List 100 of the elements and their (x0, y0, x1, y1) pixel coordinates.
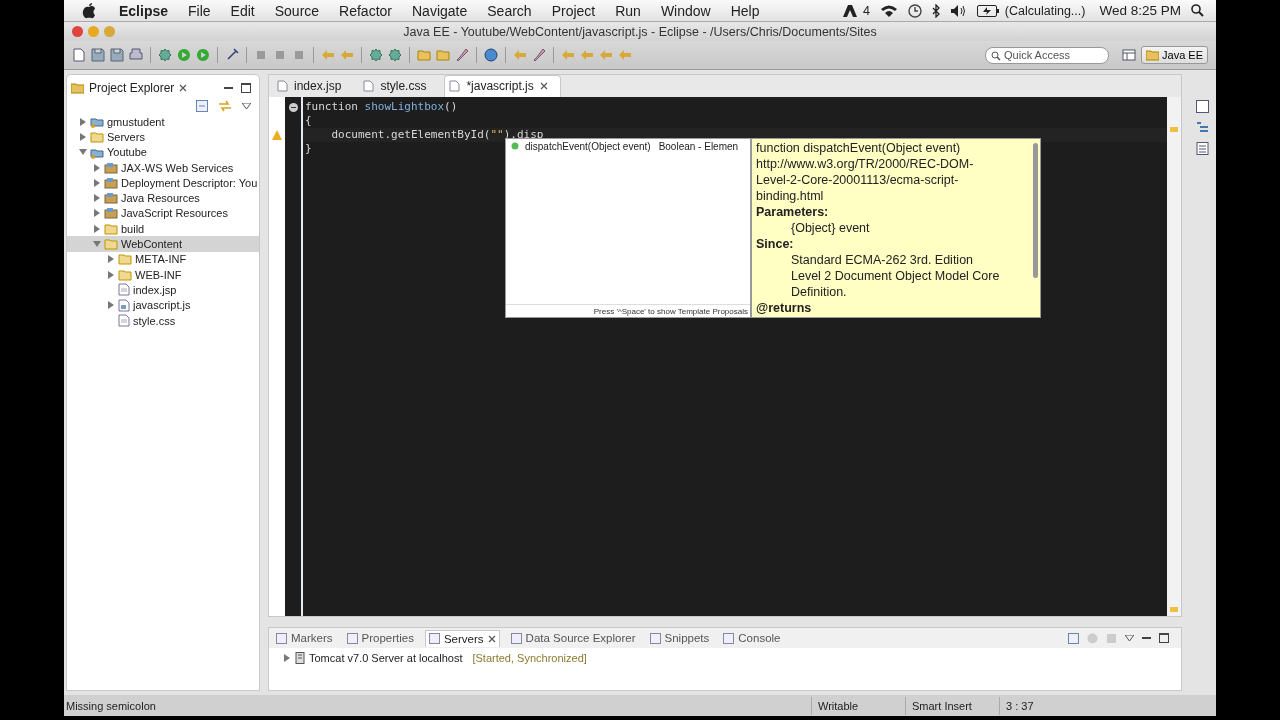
expander-icon[interactable] (93, 240, 101, 248)
fold-icon[interactable] (288, 102, 298, 112)
gear-icon[interactable] (158, 48, 172, 62)
tree-item[interactable]: WebContent (67, 236, 259, 252)
tree-item[interactable]: gmustudent (67, 114, 259, 130)
warning-marker[interactable] (1170, 127, 1178, 132)
expander-icon[interactable] (107, 255, 115, 264)
caret-icon[interactable] (1125, 635, 1134, 641)
doc-line: Level-2-Core-20001113/ecma-script- (756, 172, 960, 188)
completion-item[interactable]: dispatchEvent(Object event) Boolean - Elemen (506, 139, 750, 153)
minimize-icon[interactable] (1142, 636, 1151, 640)
tree-item[interactable]: META-INF (67, 251, 259, 267)
server-row[interactable]: Tomcat v7.0 Server at localhost [Started, Synchronized] (269, 648, 1181, 668)
caret-icon[interactable] (242, 103, 251, 109)
gear-icon[interactable] (369, 48, 383, 62)
search-icon[interactable] (1191, 4, 1204, 17)
expander-icon[interactable] (79, 148, 87, 157)
pin-icon[interactable] (225, 48, 239, 62)
menu-item[interactable]: Refactor (334, 2, 397, 19)
app-menu[interactable]: Eclipse (114, 2, 174, 19)
menu-item[interactable]: Run (610, 2, 646, 19)
menu-item[interactable]: Edit (225, 2, 260, 19)
scrollbar[interactable] (1033, 143, 1038, 278)
window-title: Java EE - Youtube/WebContent/javascript.js - Eclipse - /Users/Chris/Documents/Sites (403, 24, 877, 39)
expander-icon[interactable] (93, 194, 101, 203)
menu-item[interactable]: Search (482, 2, 537, 19)
menu-item[interactable]: Project (546, 2, 601, 19)
expander-icon[interactable] (283, 654, 291, 662)
square-icon[interactable] (1068, 632, 1079, 644)
tree-item[interactable]: build (67, 221, 259, 237)
quick-access-field[interactable]: Quick Access (985, 46, 1110, 64)
collapse-icon[interactable] (196, 100, 208, 112)
outline-icon[interactable] (1195, 121, 1209, 134)
status-count: 4 (862, 3, 870, 18)
menu-item[interactable]: Navigate (407, 2, 473, 19)
document-icon[interactable] (72, 48, 86, 62)
view-icon (723, 632, 735, 644)
menu-item[interactable]: Source (269, 2, 325, 19)
editor-tab[interactable]: style.css (359, 76, 439, 97)
tree-item[interactable]: JavaScript Resources (67, 205, 259, 222)
maximize-icon[interactable] (1159, 633, 1169, 643)
editor-tab[interactable]: *javascript.js (444, 75, 561, 97)
expander-icon[interactable] (79, 117, 87, 126)
tree-item[interactable]: WEB-INF (67, 266, 259, 283)
globe-icon[interactable] (484, 48, 498, 62)
tree-item[interactable]: Deployment Descriptor: You (67, 175, 259, 191)
window-icon[interactable] (1122, 48, 1137, 62)
panel-tab[interactable]: Data Source Explorer (507, 630, 639, 646)
menu-item[interactable]: File (183, 2, 216, 19)
battery-icon[interactable] (976, 4, 999, 17)
tree-item[interactable]: JAX-WS Web Services (67, 159, 259, 176)
tree-item[interactable]: index.jsp (67, 282, 259, 298)
window-icon[interactable] (1195, 100, 1209, 113)
close-icon[interactable] (539, 82, 548, 90)
brush-icon[interactable] (532, 48, 546, 62)
clock[interactable]: Wed 8:25 PM (1099, 3, 1181, 18)
menu-item[interactable]: Help (725, 2, 765, 19)
tree-item[interactable]: javascript.js (67, 297, 259, 313)
expander-icon[interactable] (93, 163, 101, 172)
expander-icon[interactable] (93, 224, 101, 233)
package-icon (104, 161, 118, 174)
package-icon (104, 192, 118, 205)
expander-icon[interactable] (93, 178, 101, 187)
perspective-button[interactable]: Java EE (1141, 46, 1208, 64)
close-icon[interactable] (487, 634, 496, 643)
expander-icon[interactable] (79, 132, 87, 141)
printer-icon[interactable] (129, 48, 143, 62)
link-icon[interactable] (218, 100, 232, 112)
bluetooth-icon[interactable] (931, 3, 941, 18)
project-icon (90, 115, 104, 129)
gear-icon[interactable] (388, 48, 402, 62)
tree-item[interactable]: Java Resources (67, 190, 259, 206)
tree-item[interactable]: Servers (67, 129, 259, 145)
panel-tab[interactable]: Project Explorer (71, 81, 188, 95)
volume-icon[interactable] (950, 4, 967, 17)
panel-tab[interactable]: Markers (273, 630, 336, 646)
code-editor[interactable] (268, 74, 1182, 617)
apple-icon[interactable] (82, 2, 96, 19)
tree-item[interactable]: Youtube (67, 144, 259, 160)
maximize-icon[interactable] (241, 83, 251, 93)
close-icon[interactable] (179, 84, 188, 92)
editor-tab[interactable]: index.jsp (273, 76, 354, 97)
brush-icon[interactable] (455, 48, 469, 62)
menu-item[interactable]: Window (655, 2, 716, 19)
minimize-icon[interactable] (224, 86, 233, 90)
expander-icon[interactable] (107, 270, 115, 279)
expander-icon[interactable] (107, 301, 115, 310)
code-line: document.getElementById("").disp (330, 128, 544, 142)
tree-item[interactable]: style.css (67, 312, 259, 329)
clock-icon[interactable] (907, 3, 922, 18)
panel-tab[interactable]: Servers (424, 629, 500, 647)
panel-tab[interactable]: Properties (343, 630, 417, 646)
expander-icon[interactable] (93, 209, 101, 218)
close-button[interactable] (72, 26, 83, 37)
panel-tab[interactable]: Snippets (646, 630, 713, 646)
list-icon[interactable] (1195, 142, 1209, 155)
adobe-icon[interactable] (842, 4, 857, 17)
panel-tab[interactable]: Console (720, 630, 784, 646)
wifi-icon[interactable] (879, 4, 898, 17)
overview-marker[interactable] (1170, 607, 1178, 612)
